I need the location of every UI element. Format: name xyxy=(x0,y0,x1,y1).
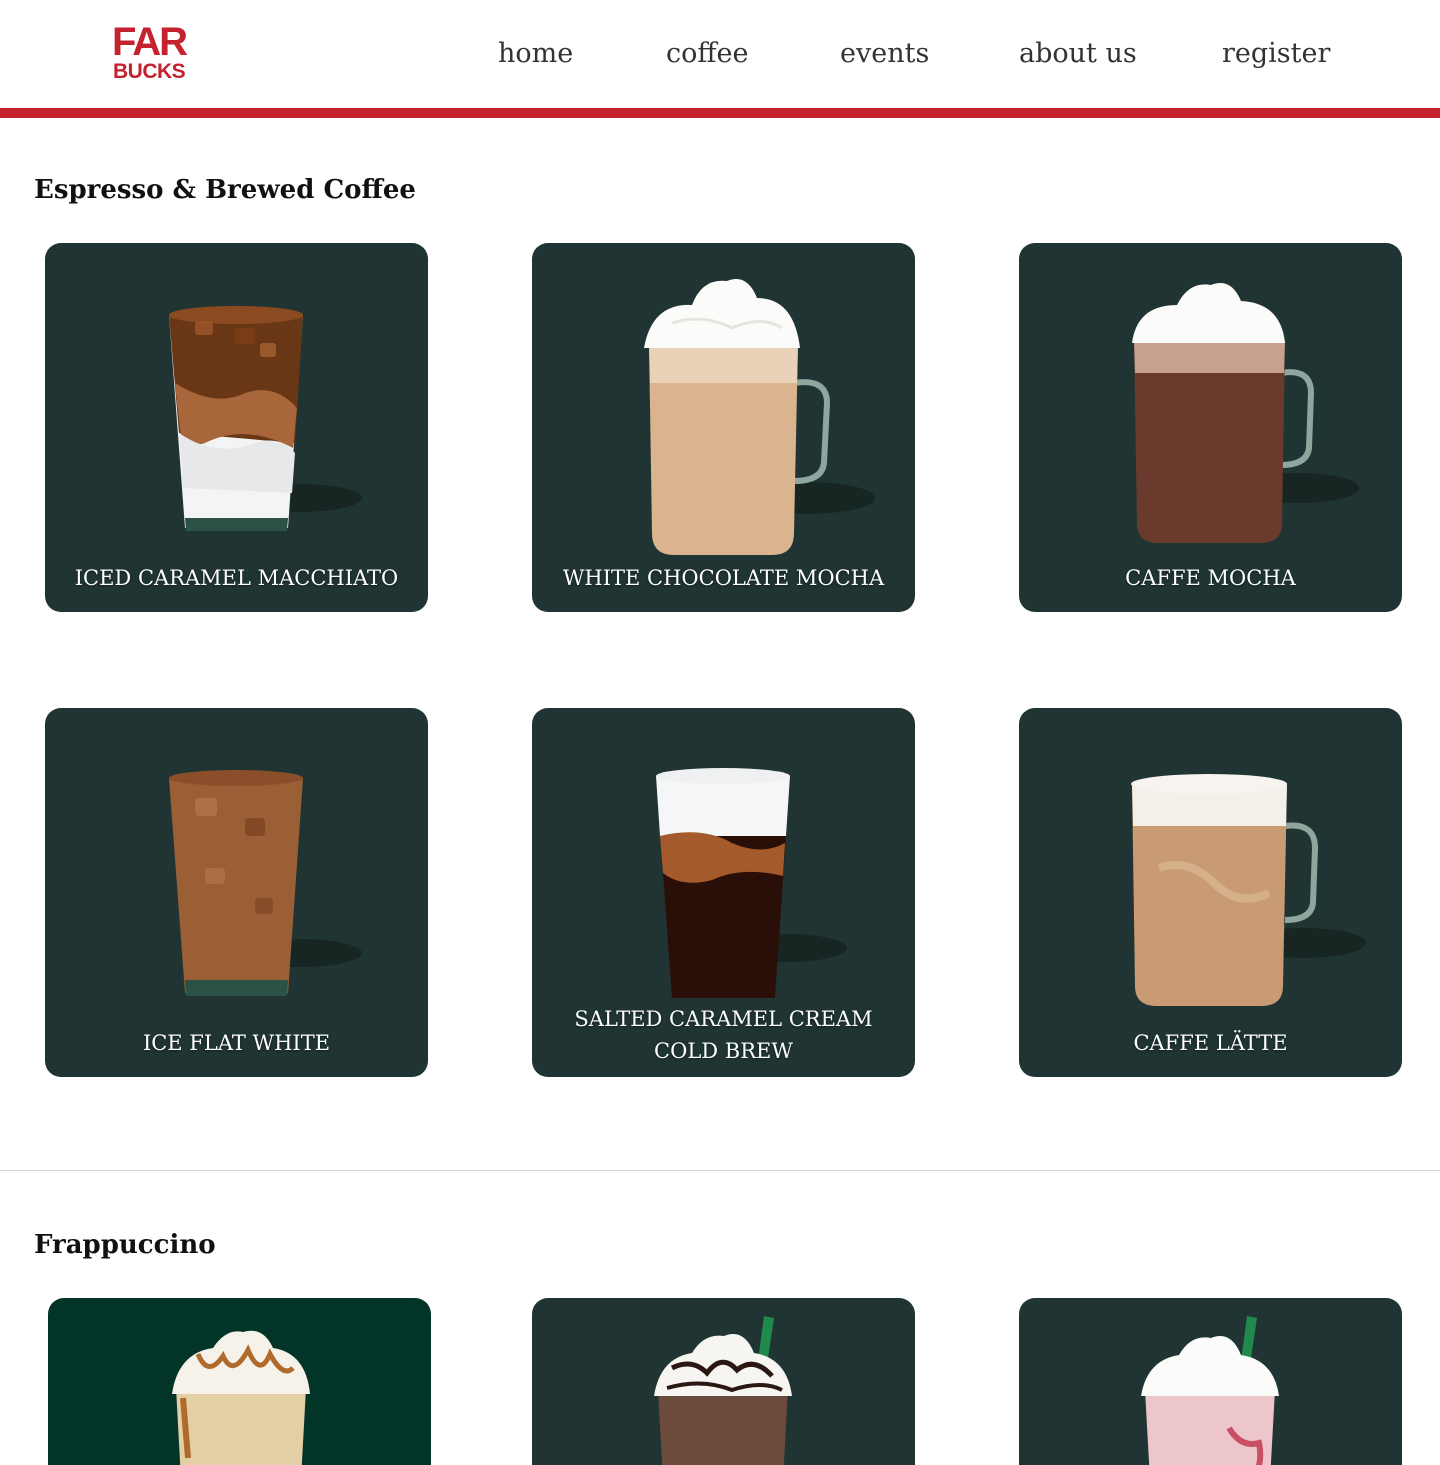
product-card-caffe-mocha[interactable]: CAFFE MOCHA xyxy=(1019,243,1402,612)
section-divider xyxy=(0,1170,1440,1171)
iced-latte-glass-icon xyxy=(169,306,362,531)
nav-home[interactable]: home xyxy=(498,34,573,74)
product-card-frappuccino-3[interactable] xyxy=(1019,1298,1402,1465)
product-card-salted-caramel-cream-cold-brew[interactable]: SALTED CARAMEL CREAM COLD BREW xyxy=(532,708,915,1077)
strawberry-frappuccino-icon xyxy=(1141,1316,1279,1465)
mocha-mug-icon xyxy=(1132,283,1359,543)
whipped-mug-icon xyxy=(644,279,875,555)
product-name: CAFFE MOCHA xyxy=(1125,566,1296,590)
brand-logo[interactable]: FAR BUCKS xyxy=(112,22,192,86)
product-name: WHITE CHOCOLATE MOCHA xyxy=(562,566,885,590)
product-name: ICED CARAMEL MACCHIATO xyxy=(74,566,399,590)
brand-logo-line1: FAR xyxy=(112,20,188,64)
nav-events[interactable]: events xyxy=(840,34,929,74)
product-card-frappuccino-2[interactable] xyxy=(532,1298,915,1465)
product-card-iced-caramel-macchiato[interactable]: ICED CARAMEL MACCHIATO xyxy=(45,243,428,612)
brand-logo-line2: BUCKS xyxy=(113,60,186,83)
product-name: CAFFE LÄTTE xyxy=(1133,1031,1288,1055)
iced-coffee-glass-icon xyxy=(169,770,362,996)
nav-coffee[interactable]: coffee xyxy=(666,34,749,74)
product-card-frappuccino-1[interactable] xyxy=(48,1298,431,1465)
product-name: SALTED CARAMEL CREAM COLD BREW xyxy=(574,1007,873,1063)
section-title-espresso: Espresso & Brewed Coffee xyxy=(34,175,416,205)
site-header: FAR BUCKS home coffee events about us re… xyxy=(0,0,1440,108)
caramel-frappuccino-icon xyxy=(172,1330,310,1465)
product-card-white-chocolate-mocha[interactable]: WHITE CHOCOLATE MOCHA xyxy=(532,243,915,612)
header-accent-bar xyxy=(0,108,1440,118)
nav-about-us[interactable]: about us xyxy=(1019,34,1137,74)
nav-register[interactable]: register xyxy=(1222,34,1330,74)
product-name: ICE FLAT WHITE xyxy=(142,1031,331,1055)
product-card-ice-flat-white[interactable]: ICE FLAT WHITE xyxy=(45,708,428,1077)
latte-mug-icon xyxy=(1131,774,1366,1006)
chocolate-frappuccino-icon xyxy=(654,1316,792,1465)
section-title-frappuccino: Frappuccino xyxy=(34,1230,216,1260)
product-card-caffe-latte[interactable]: CAFFE LÄTTE xyxy=(1019,708,1402,1077)
cold-brew-glass-icon xyxy=(656,768,847,998)
